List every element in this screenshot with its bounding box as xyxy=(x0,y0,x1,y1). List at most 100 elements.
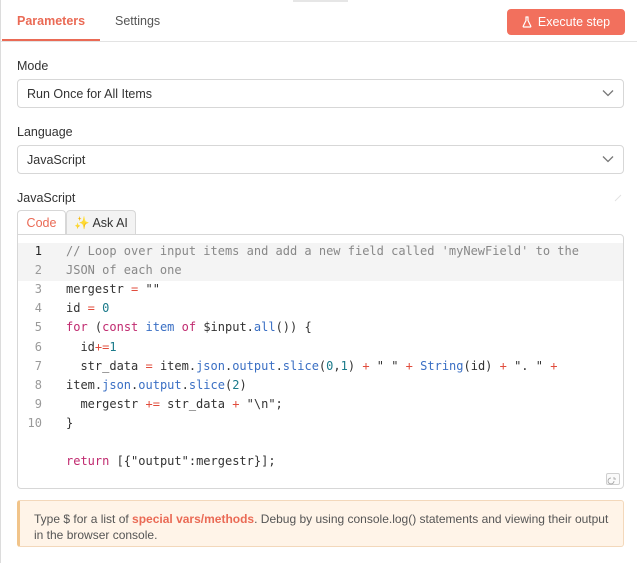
tab-parameters[interactable]: Parameters xyxy=(17,14,85,28)
code-token: = xyxy=(123,282,146,296)
code-line: mergestr = "" xyxy=(66,282,160,296)
special-vars-link[interactable]: special vars/methods xyxy=(132,512,254,526)
code-token: "\n"; xyxy=(239,397,283,411)
code-token: str_data xyxy=(159,397,233,411)
code-token: of xyxy=(181,320,197,334)
language-select[interactable]: JavaScript xyxy=(17,145,624,174)
code-token: + xyxy=(499,359,507,373)
line-number: 5 xyxy=(34,320,42,334)
code-token: 1 xyxy=(109,340,117,354)
code-token: output xyxy=(138,454,182,468)
code-line: return [{"output":mergestr}]; xyxy=(66,454,276,468)
code-token: $input. xyxy=(196,320,254,334)
code-line: // Loop over input items and add a new f… xyxy=(66,244,579,258)
code-token: = xyxy=(138,359,160,373)
code-token: json xyxy=(102,378,132,392)
code-token: " " xyxy=(369,359,406,373)
code-token: item xyxy=(145,320,175,334)
code-line: id+=1 xyxy=(66,340,117,354)
resize-icon[interactable] xyxy=(606,473,620,485)
code-line: item.json.output.slice(2) xyxy=(66,378,247,392)
code-token: str_data xyxy=(66,359,139,373)
code-token: slice xyxy=(282,359,319,373)
expand-icon[interactable] xyxy=(614,194,622,202)
line-number: 2 xyxy=(34,263,42,277)
code-token: ". " xyxy=(506,359,551,373)
code-token: ( xyxy=(87,320,103,334)
chevron-down-icon xyxy=(602,90,614,97)
code-token: String xyxy=(420,359,464,373)
mode-select[interactable]: Run Once for All Items xyxy=(17,79,624,108)
tab-settings[interactable]: Settings xyxy=(115,14,160,28)
code-hint-callout: Type $ for a list of special vars/method… xyxy=(17,500,624,547)
code-token: const xyxy=(102,320,139,334)
code-token: id xyxy=(66,340,95,354)
code-token: ()) { xyxy=(275,320,312,334)
line-number: 9 xyxy=(34,397,42,411)
code-token: ) xyxy=(347,359,363,373)
line-number: 6 xyxy=(34,340,42,354)
code-token: id xyxy=(66,301,81,315)
line-number: 10 xyxy=(27,416,42,430)
code-token: [{" xyxy=(109,454,139,468)
code-line: for (const item of $input.all()) { xyxy=(66,320,312,334)
mode-value: Run Once for All Items xyxy=(27,87,153,101)
active-tab-indicator xyxy=(2,39,100,41)
language-value: JavaScript xyxy=(27,153,86,167)
code-token: , xyxy=(333,359,341,373)
line-number-gutter: 1 2 3 4 5 6 7 8 9 10 xyxy=(18,235,58,488)
code-token: + xyxy=(362,359,370,373)
line-number: 8 xyxy=(34,378,42,392)
code-token: = xyxy=(80,301,103,315)
code-editor[interactable]: 1 2 3 4 5 6 7 8 9 10 // Loop over input … xyxy=(17,234,624,489)
code-token: output xyxy=(138,378,182,392)
code-token: json xyxy=(196,359,225,373)
execute-step-button[interactable]: Execute step xyxy=(507,9,625,35)
code-token: . xyxy=(275,359,283,373)
code-token: += xyxy=(94,340,110,354)
code-token: 0 xyxy=(102,301,110,315)
code-comment: // Loop over input items and add a new f… xyxy=(66,244,579,258)
flask-icon xyxy=(522,16,532,28)
code-token: ":mergestr}]; xyxy=(181,454,276,468)
code-token: all xyxy=(253,320,276,334)
code-token: "" xyxy=(145,282,160,296)
code-token: ) xyxy=(239,378,247,392)
code-token: + xyxy=(405,359,413,373)
line-number: 3 xyxy=(34,282,42,296)
code-token: } xyxy=(66,416,74,430)
node-header: Parameters Settings Execute step xyxy=(1,0,637,42)
code-token: for xyxy=(66,320,88,334)
code-token: 1 xyxy=(340,359,348,373)
code-token: mergestr xyxy=(66,282,124,296)
code-comment: JSON of each one xyxy=(66,263,182,277)
code-token: += xyxy=(145,397,160,411)
code-token: item. xyxy=(159,359,197,373)
hint-prefix: Type $ for a list of xyxy=(34,512,133,526)
panel-left-border xyxy=(0,0,1,563)
code-line: } xyxy=(66,416,73,430)
code-token: (id) xyxy=(463,359,500,373)
code-token: mergestr xyxy=(66,397,146,411)
code-line: mergestr += str_data + "\n"; xyxy=(66,397,283,411)
tab-ask-ai[interactable]: ✨ Ask AI xyxy=(66,210,136,235)
code-token: . xyxy=(181,378,189,392)
tab-code[interactable]: Code xyxy=(17,210,66,235)
code-token: item. xyxy=(66,378,103,392)
code-token: + xyxy=(550,359,558,373)
editor-label: JavaScript xyxy=(17,191,76,205)
code-line: JSON of each one xyxy=(66,263,182,277)
resize-glyph xyxy=(607,477,616,485)
language-label: Language xyxy=(17,125,73,139)
code-token: return xyxy=(66,454,110,468)
execute-step-label: Execute step xyxy=(537,15,611,29)
code-line: str_data = item.json.output.slice(0,1) +… xyxy=(66,359,557,373)
chevron-down-icon xyxy=(602,156,614,163)
code-token: output xyxy=(232,359,276,373)
code-line: id = 0 xyxy=(66,301,109,315)
code-token: slice xyxy=(188,378,225,392)
mode-label: Mode xyxy=(17,59,49,73)
line-number: 1 xyxy=(34,244,42,258)
